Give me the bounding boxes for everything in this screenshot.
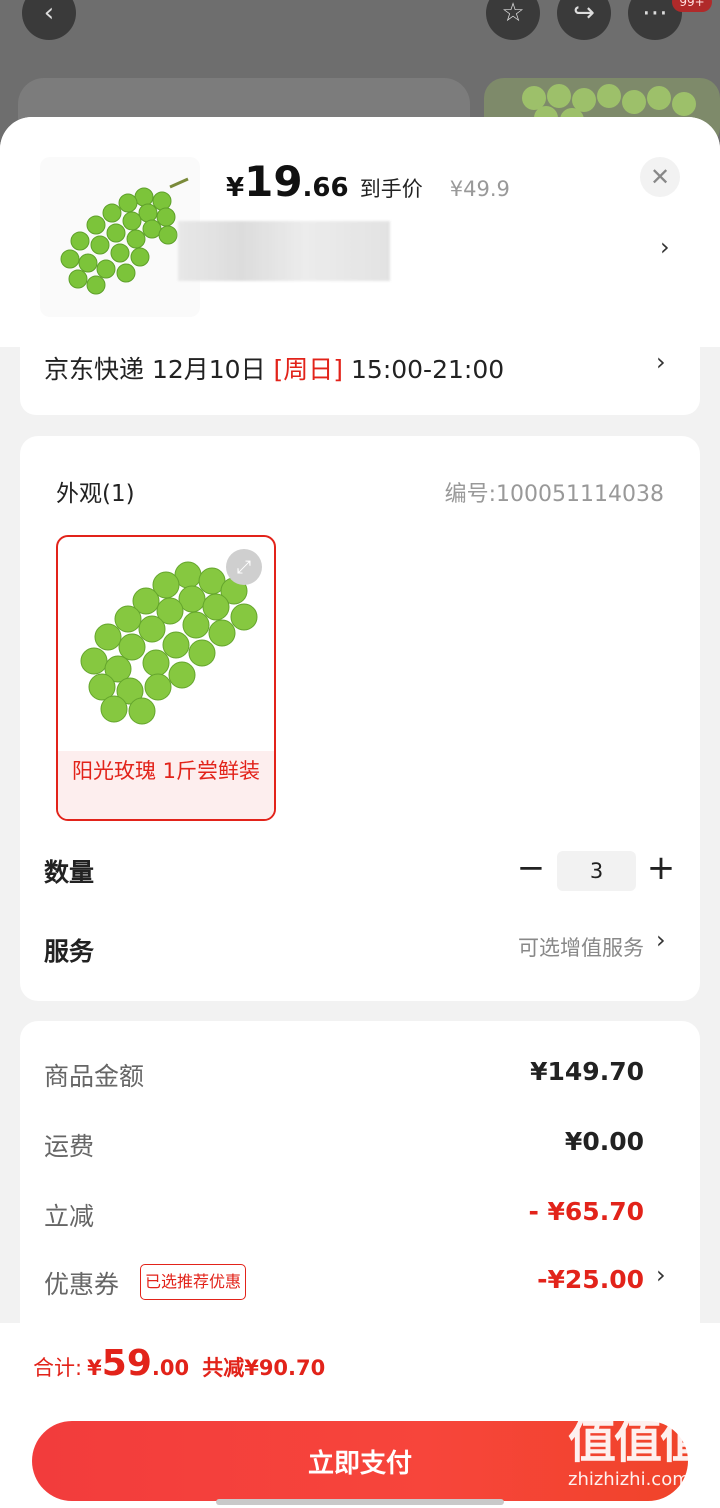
- spec-title: 外观(1): [56, 481, 135, 507]
- total-label: 合计:: [33, 1356, 83, 1380]
- notification-badge: 99+: [672, 0, 712, 12]
- back-icon: ‹: [22, 0, 76, 40]
- quantity-label: 数量: [44, 858, 95, 887]
- delivery-carrier: 京东快递: [44, 355, 145, 384]
- delivery-date: 12月10日: [151, 355, 266, 384]
- close-button[interactable]: ✕: [640, 157, 680, 197]
- product-image[interactable]: [40, 157, 200, 317]
- share-icon: ↪: [557, 0, 611, 40]
- chevron-right-icon[interactable]: ›: [656, 1261, 666, 1289]
- quantity-input[interactable]: 3: [557, 851, 636, 891]
- coupon-value[interactable]: -¥25.00: [537, 1265, 644, 1294]
- delivery-time: 15:00-21:00: [351, 355, 505, 384]
- price-integer: 19: [244, 157, 303, 206]
- price-tag: 到手价: [359, 177, 423, 201]
- home-indicator: [216, 1499, 504, 1505]
- order-total: 合计: ¥59.00 共减¥90.70: [33, 1343, 325, 1384]
- chevron-right-icon[interactable]: ›: [656, 926, 666, 954]
- spec-option-label: 阳光玫瑰 1斤尝鲜装: [58, 751, 274, 819]
- product-code: 编号:100051114038: [444, 482, 664, 507]
- blurred-content: [178, 221, 390, 281]
- delivery-weekday: [周日]: [273, 355, 344, 384]
- spec-card: 外观(1) 编号:100051114038 ⤢ 阳光玫瑰 1斤尝鲜装 数量 − …: [20, 436, 700, 1001]
- purchase-sheet: ¥19.66 到手价 ¥49.9 ✕ › 京东快递 12月10日 [周日] 15…: [0, 117, 720, 1508]
- subtotal-value: ¥149.70: [530, 1057, 644, 1086]
- coupon-label: 优惠券: [44, 1270, 120, 1299]
- coupon-badge: 已选推荐优惠: [140, 1264, 247, 1300]
- instant-discount-label: 立减: [44, 1202, 95, 1231]
- checkout-footer: 合计: ¥59.00 共减¥90.70 立即支付 值值值 zhizhizhi.c…: [0, 1323, 720, 1508]
- total-saved: 共减¥90.70: [202, 1356, 326, 1380]
- original-price: ¥49.9: [449, 177, 510, 201]
- shipping-label: 运费: [44, 1132, 95, 1161]
- delivery-row[interactable]: 京东快递 12月10日 [周日] 15:00-21:00 ›: [20, 342, 700, 415]
- favorite-star-icon: ☆: [486, 0, 540, 40]
- expand-icon[interactable]: ⤢: [226, 549, 262, 585]
- service-label: 服务: [44, 937, 95, 966]
- price-detail-card: 商品金额 ¥149.70 运费 ¥0.00 立减 - ¥65.70 优惠券 已选…: [20, 1021, 700, 1351]
- price-currency: ¥: [226, 173, 245, 203]
- product-price: ¥19.66 到手价 ¥49.9: [226, 157, 510, 206]
- sheet-header: ¥19.66 到手价 ¥49.9 ✕ ›: [0, 117, 720, 347]
- spec-option-selected[interactable]: ⤢ 阳光玫瑰 1斤尝鲜装: [56, 535, 276, 821]
- quantity-decrease-button[interactable]: −: [516, 850, 546, 890]
- shipping-value: ¥0.00: [564, 1127, 644, 1156]
- grape-bunch-image: [60, 177, 189, 295]
- total-decimal: .00: [151, 1356, 190, 1380]
- watermark-logo: 值值值 zhizhizhi.com: [568, 1413, 708, 1490]
- service-value[interactable]: 可选增值服务: [518, 932, 644, 962]
- chevron-right-icon: ›: [656, 348, 666, 376]
- instant-discount-value: - ¥65.70: [528, 1197, 644, 1226]
- price-decimal: .66: [302, 173, 349, 203]
- chevron-right-icon[interactable]: ›: [660, 233, 670, 261]
- subtotal-label: 商品金额: [44, 1062, 145, 1091]
- total-currency: ¥: [87, 1356, 102, 1380]
- close-icon: ✕: [649, 163, 671, 191]
- delivery-info: 京东快递 12月10日 [周日] 15:00-21:00: [44, 350, 504, 386]
- quantity-increase-button[interactable]: +: [646, 850, 676, 890]
- total-integer: 59: [101, 1343, 152, 1384]
